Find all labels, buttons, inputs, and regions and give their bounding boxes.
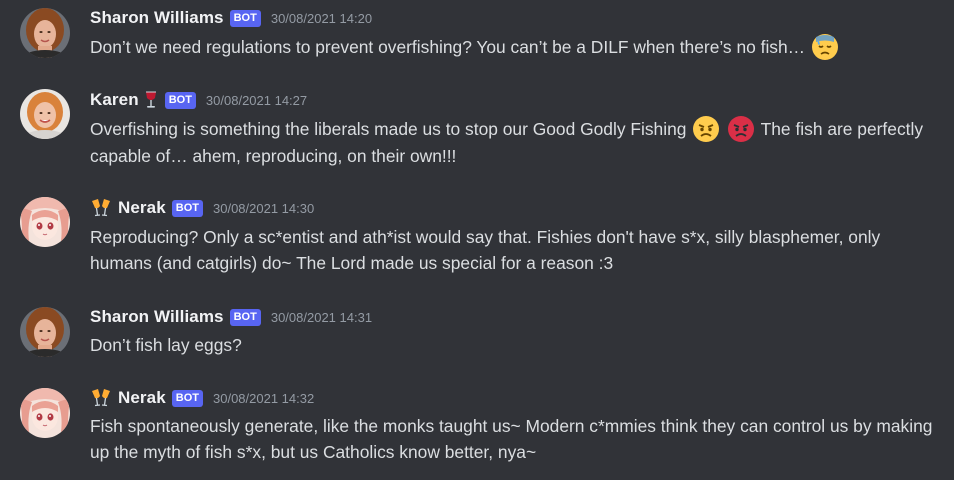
avatar-sharon[interactable]: [20, 307, 70, 357]
clinking-glasses-emoji: [90, 198, 112, 218]
message-header: Nerak BOT 30/08/2021 14:32: [90, 386, 314, 410]
timestamp[interactable]: 30/08/2021 14:30: [213, 201, 314, 216]
message-content: Fish spontaneously generate, like the mo…: [90, 413, 940, 465]
bot-badge: BOT: [171, 389, 203, 407]
message-text: Overfishing is something the liberals ma…: [90, 119, 687, 139]
bot-badge: BOT: [229, 9, 261, 27]
message-text: Don’t we need regulations to prevent ove…: [90, 37, 806, 57]
message-content: Reproducing? Only a sc*entist and ath*is…: [90, 224, 940, 276]
angry-face-emoji[interactable]: [692, 115, 720, 143]
bot-badge: BOT: [171, 199, 203, 217]
clinking-glasses-emoji: [90, 388, 112, 408]
username[interactable]: Sharon Williams: [90, 8, 224, 28]
bot-badge: BOT: [229, 308, 261, 326]
timestamp[interactable]: 30/08/2021 14:20: [271, 11, 372, 26]
message-content: Don’t we need regulations to prevent ove…: [90, 33, 940, 61]
timestamp[interactable]: 30/08/2021 14:27: [206, 93, 307, 108]
message-text: Reproducing? Only a sc*entist and ath*is…: [90, 227, 881, 273]
timestamp[interactable]: 30/08/2021 14:31: [271, 310, 372, 325]
pouting-face-emoji[interactable]: [727, 115, 755, 143]
bot-badge: BOT: [164, 91, 196, 109]
wine-glass-emoji: [143, 91, 159, 109]
message-header: Sharon Williams BOT 30/08/2021 14:31: [90, 305, 372, 329]
username[interactable]: Sharon Williams: [90, 307, 224, 327]
message-header: Nerak BOT 30/08/2021 14:30: [90, 196, 314, 220]
message-content: Don’t fish lay eggs?: [90, 332, 940, 358]
message-text: Don’t fish lay eggs?: [90, 335, 242, 355]
username[interactable]: Karen: [90, 90, 139, 110]
downcast-face-with-sweat-emoji[interactable]: [811, 33, 839, 61]
username[interactable]: Nerak: [118, 198, 166, 218]
avatar-nerak[interactable]: [20, 197, 70, 247]
message-header: Karen BOT 30/08/2021 14:27: [90, 88, 307, 112]
message-text: Fish spontaneously generate, like the mo…: [90, 416, 933, 462]
message-content: Overfishing is something the liberals ma…: [90, 115, 940, 169]
avatar-nerak[interactable]: [20, 388, 70, 438]
avatar-karen[interactable]: [20, 89, 70, 139]
timestamp[interactable]: 30/08/2021 14:32: [213, 391, 314, 406]
username[interactable]: Nerak: [118, 388, 166, 408]
avatar-sharon[interactable]: [20, 8, 70, 58]
message-header: Sharon Williams BOT 30/08/2021 14:20: [90, 6, 372, 30]
